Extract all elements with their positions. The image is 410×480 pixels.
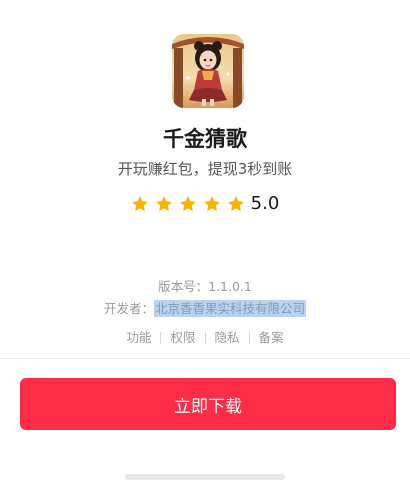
star-icon <box>179 195 197 213</box>
star-icon <box>227 195 245 213</box>
rating-stars <box>131 195 245 213</box>
info-links: 功能 权限 隐私 备案 <box>0 328 410 348</box>
rating-score: 5.0 <box>250 193 280 214</box>
star-icon <box>155 195 173 213</box>
link-features[interactable]: 功能 <box>117 328 160 348</box>
link-filing[interactable]: 备案 <box>250 328 293 348</box>
developer-name[interactable]: 北京香香果实科技有限公司 <box>154 300 307 317</box>
developer-info: 开发者：北京香香果实科技有限公司 <box>0 299 410 319</box>
version-number: 版本号：1.1.0.1 <box>158 279 252 294</box>
app-slogan: 开玩赚红包，提现3秒到账 <box>117 160 293 178</box>
home-indicator[interactable] <box>125 474 285 480</box>
download-button[interactable]: 立即下载 <box>20 378 396 430</box>
section-divider <box>0 358 410 359</box>
link-permissions[interactable]: 权限 <box>161 328 204 348</box>
app-icon <box>172 34 244 108</box>
star-icon <box>131 195 149 213</box>
link-privacy[interactable]: 隐私 <box>206 328 249 348</box>
app-download-page: 千金猜歌 开玩赚红包，提现3秒到账 5.0 版本号：1.1.0.1 开发者：北京… <box>0 0 410 480</box>
developer-label: 开发者： <box>103 301 154 316</box>
star-icon <box>203 195 221 213</box>
rating-row: 5.0 <box>0 190 410 218</box>
app-name: 千金猜歌 <box>163 127 247 151</box>
